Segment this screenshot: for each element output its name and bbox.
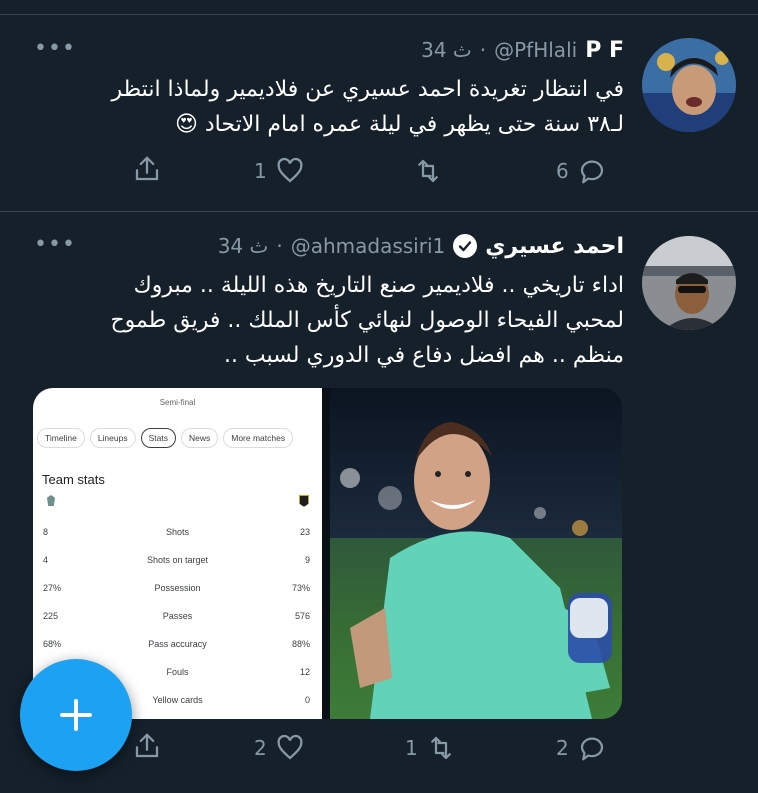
retweet-button[interactable]: 1 <box>405 733 456 763</box>
tweet-header: P F @PfHlali · 34 ث <box>421 37 624 63</box>
verified-icon <box>453 234 478 258</box>
like-button[interactable]: 1 <box>254 156 305 186</box>
stat-away-value: 9 <box>304 555 310 565</box>
stat-away-value: 0 <box>304 695 310 705</box>
tweet-1[interactable]: P F @PfHlali · 34 ث ••• في انتظار تغريدة… <box>0 0 758 210</box>
compose-icon <box>60 699 92 731</box>
stat-away-value: 576 <box>294 611 310 621</box>
retweet-icon <box>430 736 451 760</box>
avatar[interactable] <box>642 236 736 330</box>
share-icon <box>135 156 159 181</box>
like-icon <box>277 734 303 760</box>
stat-row: 4 Shots on target 9 <box>33 555 322 575</box>
tweet-media[interactable]: Semi-final Timeline Lineups Stats News M… <box>33 388 622 719</box>
user-handle[interactable]: @ahmadassiri1 <box>291 234 446 258</box>
tweet-text-line: في انتظار تغريدة احمد عسيري عن فلاديمير … <box>111 77 625 102</box>
reply-count: 2 <box>556 736 569 760</box>
tweet-text-line: لمحبي الفيحاء الوصول لنهائي كأس الملك ..… <box>110 308 624 333</box>
reply-icon <box>580 160 603 184</box>
stat-away-value: 23 <box>299 527 310 537</box>
stat-label: Shots on target <box>146 555 209 565</box>
timestamp[interactable]: 34 ث <box>218 234 269 258</box>
user-handle[interactable]: @PfHlali <box>494 38 577 62</box>
stat-row: 225 Passes 576 <box>33 611 322 631</box>
share-icon <box>135 733 159 758</box>
like-count: 2 <box>254 736 267 760</box>
tweet-text-line: لـ٣٨ سنة حتى يظهر في ليلة عمره امام الات… <box>174 112 624 137</box>
tab-more-matches[interactable]: More matches <box>223 428 294 448</box>
timestamp[interactable]: 34 ث <box>421 38 472 62</box>
share-button[interactable] <box>132 731 162 761</box>
retweet-icon <box>418 159 438 183</box>
stat-label: Pass accuracy <box>148 639 207 649</box>
stat-row: 68% Pass accuracy 88% <box>33 639 322 659</box>
stat-away-value: 73% <box>291 583 310 593</box>
retweet-count: 1 <box>405 736 418 760</box>
tab-stats[interactable]: Stats <box>140 428 176 448</box>
stat-label: Shots <box>165 527 189 537</box>
stat-away-value: 88% <box>291 639 310 649</box>
tweet-actions: 1 6 <box>0 152 758 192</box>
more-icon[interactable]: ••• <box>34 232 76 257</box>
compose-button[interactable] <box>20 659 132 771</box>
tweet-text: في انتظار تغريدة احمد عسيري عن فلاديمير … <box>30 72 625 142</box>
team-crest-icon <box>299 495 309 507</box>
reply-button[interactable]: 6 <box>556 156 607 186</box>
tab-news[interactable]: News <box>180 428 219 448</box>
stat-row: 8 Shots 23 <box>33 527 322 547</box>
match-stage: Semi-final <box>159 398 196 407</box>
tab-lineups[interactable]: Lineups <box>89 428 136 448</box>
like-button[interactable]: 2 <box>254 733 305 763</box>
stat-away-value: 12 <box>299 667 310 677</box>
like-icon <box>277 157 303 183</box>
display-name[interactable]: P F <box>585 38 624 63</box>
tweet-text: اداء تاريخي .. فلاديمير صنع التاريخ هذه … <box>30 268 624 373</box>
reply-icon <box>580 737 603 761</box>
display-name[interactable]: احمد عسيري <box>485 234 624 259</box>
goalkeeper-photo[interactable] <box>330 388 622 719</box>
reply-button[interactable]: 2 <box>556 733 607 763</box>
tweet-text-line: منظم .. هم افضل دفاع في الدوري لسبب .. <box>223 343 624 368</box>
tweet-text-line: اداء تاريخي .. فلاديمير صنع التاريخ هذه … <box>133 273 624 298</box>
tweet-header: احمد عسيري @ahmadassiri1 · 34 ث <box>217 233 624 259</box>
stat-label: Passes <box>162 611 193 621</box>
avatar[interactable] <box>642 38 736 132</box>
stats-tabs: Timeline Lineups Stats News More matches <box>37 428 294 448</box>
stat-label: Possession <box>154 583 201 593</box>
retweet-button[interactable] <box>405 156 443 186</box>
team-stats-title: Team stats <box>42 472 105 487</box>
tab-timeline[interactable]: Timeline <box>37 428 85 448</box>
reply-count: 6 <box>556 159 569 183</box>
stat-row: 27% Possession 73% <box>33 583 322 603</box>
like-count: 1 <box>254 159 267 183</box>
team-crest-icon <box>47 495 55 506</box>
more-icon[interactable]: ••• <box>34 36 76 61</box>
share-button[interactable] <box>132 154 162 184</box>
